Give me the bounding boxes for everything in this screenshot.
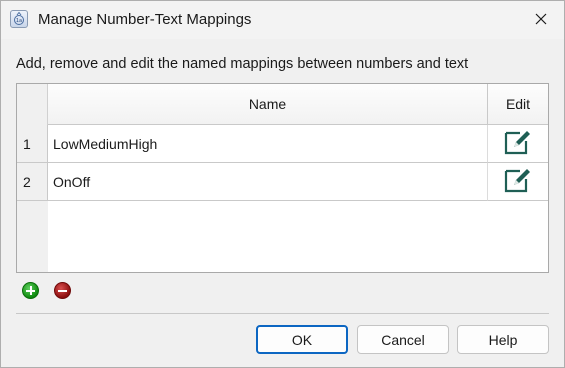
edit-cell[interactable] xyxy=(488,163,548,201)
help-button[interactable]: Help xyxy=(457,325,549,354)
title-bar: 1a Manage Number-Text Mappings xyxy=(1,1,564,39)
close-button[interactable] xyxy=(518,1,564,39)
svg-text:1a: 1a xyxy=(16,18,22,24)
close-icon xyxy=(535,12,547,28)
cancel-button[interactable]: Cancel xyxy=(357,325,449,354)
add-plus-icon[interactable] xyxy=(22,282,39,299)
table-header: Name Edit xyxy=(17,84,548,125)
table-corner xyxy=(17,84,48,125)
edit-pencil-icon[interactable] xyxy=(503,128,533,159)
column-header-edit[interactable]: Edit xyxy=(488,84,548,125)
row-number[interactable]: 2 xyxy=(17,163,48,201)
table-empty-area[interactable] xyxy=(48,201,548,272)
mappings-table: Name Edit 1 LowMediumHigh 2 OnOff xyxy=(16,83,549,273)
mapping-name-cell[interactable]: LowMediumHigh xyxy=(48,125,488,163)
app-icon: 1a xyxy=(10,10,28,28)
row-number[interactable]: 1 xyxy=(17,125,48,163)
table-row[interactable]: 2 OnOff xyxy=(17,163,548,201)
edit-pencil-icon[interactable] xyxy=(503,166,533,197)
ok-button[interactable]: OK xyxy=(256,325,348,354)
window-title: Manage Number-Text Mappings xyxy=(38,11,252,28)
dialog-window: 1a Manage Number-Text Mappings Add, remo… xyxy=(0,0,565,368)
table-row[interactable]: 1 LowMediumHigh xyxy=(17,125,548,163)
description-text: Add, remove and edit the named mappings … xyxy=(16,56,469,72)
column-header-name[interactable]: Name xyxy=(48,84,488,125)
remove-minus-icon[interactable] xyxy=(54,282,71,299)
edit-cell[interactable] xyxy=(488,125,548,163)
divider xyxy=(16,313,549,314)
mapping-name-cell[interactable]: OnOff xyxy=(48,163,488,201)
